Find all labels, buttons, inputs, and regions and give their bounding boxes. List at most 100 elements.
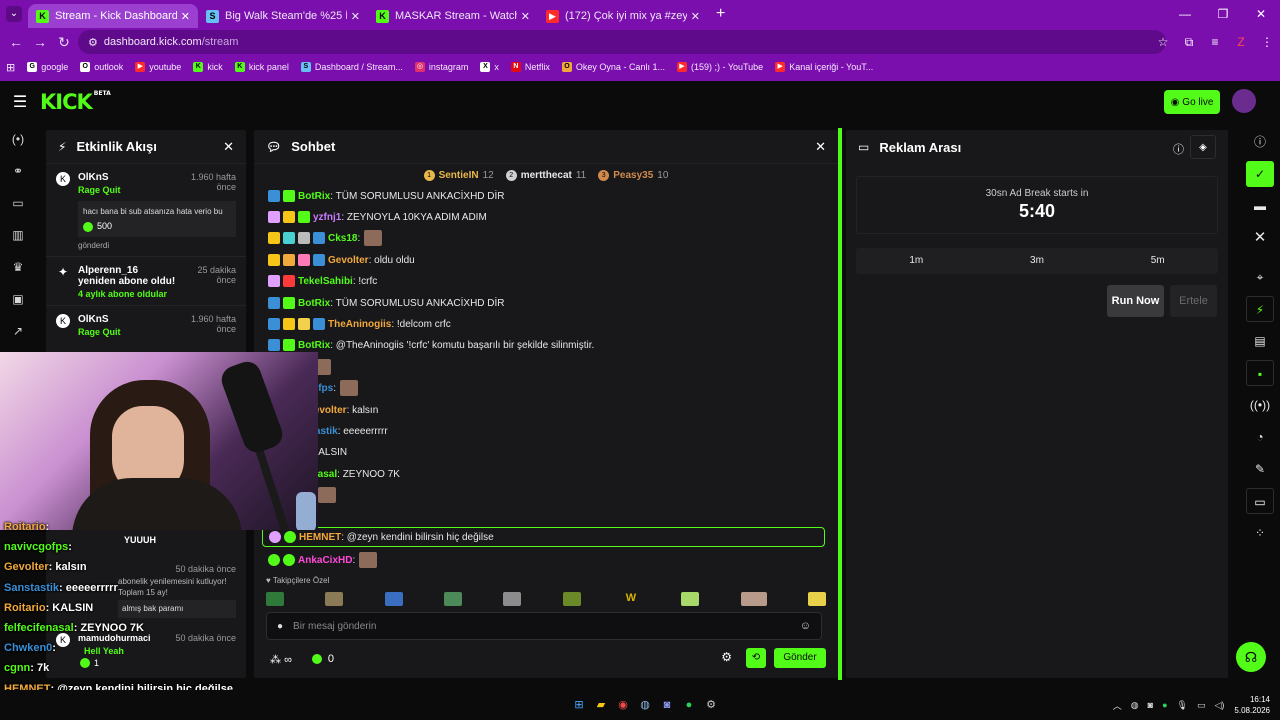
- highlighted-message[interactable]: HEMNET : @zeyn kendini bilirsin hiç deği…: [262, 527, 825, 547]
- chat-username[interactable]: BotRix: [298, 298, 330, 309]
- duration-3m[interactable]: 3m: [977, 248, 1098, 274]
- status-green-icon[interactable]: ●: [1162, 700, 1167, 710]
- emote-icon[interactable]: [503, 592, 522, 606]
- chart-icon[interactable]: ↗: [13, 315, 23, 347]
- ad-settings-icon[interactable]: ◈: [1190, 135, 1216, 159]
- chat-username[interactable]: BotRix: [298, 340, 330, 351]
- start-icon[interactable]: ⊞: [568, 696, 590, 714]
- window-icon[interactable]: ▭: [12, 187, 23, 219]
- reload-icon[interactable]: ↻: [52, 34, 76, 51]
- leaderboard-entry[interactable]: 3 Peasy35 10: [598, 169, 668, 181]
- go-live-button[interactable]: ◉ Go live: [1164, 90, 1220, 114]
- bookmark-youtube-159[interactable]: ▶ (159) ;) - YouTube: [676, 62, 763, 72]
- close-icon[interactable]: ✕: [351, 10, 360, 23]
- chat-username[interactable]: AnkaCixHD: [298, 555, 352, 566]
- playlist-icon[interactable]: ≡: [1202, 35, 1228, 49]
- chat-input[interactable]: ● Bir mesaj gönderin ☺: [266, 612, 822, 640]
- stream-icon[interactable]: (•): [12, 123, 24, 155]
- focus-icon[interactable]: ⌖: [1246, 264, 1274, 290]
- star-icon[interactable]: ☆: [1150, 35, 1176, 49]
- discord-tray-icon[interactable]: ◙: [1148, 700, 1153, 710]
- file-explorer-icon[interactable]: ▰: [590, 696, 612, 714]
- close-icon[interactable]: ✕: [1246, 225, 1274, 251]
- close-icon[interactable]: ✕: [815, 139, 826, 155]
- bookmark-netflix[interactable]: N Netflix: [510, 62, 550, 72]
- close-icon[interactable]: ✕: [691, 10, 700, 23]
- kick-logo[interactable]: KICK BETA: [40, 90, 111, 114]
- analytics-icon[interactable]: ▥: [12, 219, 23, 251]
- minimize-icon[interactable]: —: [1166, 0, 1204, 28]
- emote-icon[interactable]: [384, 592, 403, 606]
- support-headset-icon[interactable]: ☊: [1236, 642, 1266, 672]
- tab-search-button[interactable]: ⌄: [0, 6, 28, 22]
- emote-icon[interactable]: [807, 592, 826, 606]
- close-icon[interactable]: ✕: [181, 10, 190, 23]
- chat-username[interactable]: HEMNET: [299, 532, 341, 543]
- duration-5m[interactable]: 5m: [1097, 248, 1218, 274]
- quick-emote-button[interactable]: ⟲: [746, 648, 766, 668]
- chat-username[interactable]: Gevolter: [328, 255, 369, 266]
- close-icon[interactable]: ✕: [223, 139, 234, 155]
- user-avatar[interactable]: [1232, 89, 1256, 113]
- tab-maskar[interactable]: K MASKAR Stream - Watch Live o ✕: [368, 4, 538, 28]
- bookmark-x[interactable]: Xx: [480, 62, 499, 72]
- link-icon[interactable]: ⚭: [13, 155, 23, 187]
- chat-username[interactable]: yzfnj1: [313, 212, 341, 223]
- chrome-icon[interactable]: ◉: [612, 696, 634, 714]
- duration-1m[interactable]: 1m: [856, 248, 977, 274]
- chat-mode-icon[interactable]: ●: [277, 621, 283, 632]
- apps-icon[interactable]: ⊞: [6, 61, 15, 74]
- panel-resize-handle[interactable]: [838, 128, 842, 680]
- notes-icon[interactable]: ▤: [1246, 328, 1274, 354]
- chat-bubble-icon[interactable]: ▪: [1246, 360, 1274, 386]
- spotify-icon[interactable]: ●: [678, 696, 700, 714]
- bookmark-outlook[interactable]: Ooutlook: [80, 62, 123, 72]
- bookmark-kanal[interactable]: ▶ Kanal içeriği - YouT...: [775, 62, 873, 72]
- window-icon[interactable]: ▭: [1246, 488, 1274, 514]
- tab-kick-dashboard[interactable]: K Stream - Kick Dashboard ✕: [28, 4, 198, 28]
- emote-icon[interactable]: [325, 592, 344, 606]
- site-info-icon[interactable]: ⚙: [88, 36, 98, 49]
- emote-icon[interactable]: [740, 592, 767, 606]
- check-icon[interactable]: ✓: [1246, 161, 1274, 187]
- hamburger-menu-icon[interactable]: ☰: [0, 92, 40, 112]
- points-counter[interactable]: 0: [311, 653, 334, 665]
- emote-icon[interactable]: [443, 592, 462, 606]
- chat-members[interactable]: ⁂ ∞: [270, 653, 292, 666]
- bookmark-okey[interactable]: O Okey Oyna - Canlı 1...: [561, 62, 665, 72]
- chat-username[interactable]: Cks18: [328, 233, 357, 244]
- send-button[interactable]: Gönder: [774, 648, 826, 668]
- trophy-icon[interactable]: ♛: [13, 251, 24, 283]
- bookmark-instagram[interactable]: ◎ instagram: [414, 62, 468, 72]
- emote-icon[interactable]: [562, 592, 581, 606]
- tab-steam[interactable]: S Big Walk Steam'de %25 İndirim ✕: [198, 4, 368, 28]
- lightning-icon[interactable]: ⚡: [1246, 296, 1274, 322]
- close-window-icon[interactable]: ✕: [1242, 0, 1280, 28]
- chat-username[interactable]: TekelSahibi: [298, 276, 353, 287]
- layout-icon[interactable]: ▬: [1246, 193, 1274, 219]
- bookmark-google[interactable]: Ggoogle: [27, 62, 68, 72]
- run-now-button[interactable]: Run Now: [1107, 285, 1164, 317]
- settings-icon[interactable]: ⚙: [700, 696, 722, 714]
- w-emote-icon[interactable]: W: [622, 592, 640, 606]
- clock-icon[interactable]: ◔: [1246, 424, 1274, 450]
- emote-icon[interactable]: [681, 592, 700, 606]
- discord-icon[interactable]: ◙: [656, 696, 678, 714]
- chat-username[interactable]: TheAninogiis: [328, 319, 391, 330]
- bookmark-kick-panel[interactable]: Kkick panel: [234, 62, 289, 72]
- close-icon[interactable]: ✕: [521, 10, 530, 23]
- postpone-button[interactable]: Ertele: [1170, 285, 1217, 317]
- emote-icon[interactable]: [266, 592, 284, 606]
- wrench-icon[interactable]: ✎: [1246, 456, 1274, 482]
- leaderboard-entry[interactable]: 1 SentieIN 12: [423, 169, 494, 181]
- extensions-icon[interactable]: ⧉: [1176, 35, 1202, 50]
- back-icon[interactable]: ←: [4, 34, 28, 50]
- emoji-icon[interactable]: ☺: [800, 620, 811, 632]
- volume-icon[interactable]: ◁): [1214, 700, 1224, 711]
- bookmark-youtube[interactable]: ▶ youtube: [135, 62, 181, 72]
- leaderboard-entry[interactable]: 2 mertthecat 11: [505, 169, 586, 181]
- bookmark-kick[interactable]: Kkick: [193, 62, 223, 72]
- url-input[interactable]: ⚙ dashboard.kick.com/stream: [78, 30, 1166, 54]
- bookmark-steam[interactable]: S Dashboard / Stream...: [300, 62, 403, 72]
- network-icon[interactable]: ▭: [1197, 700, 1206, 711]
